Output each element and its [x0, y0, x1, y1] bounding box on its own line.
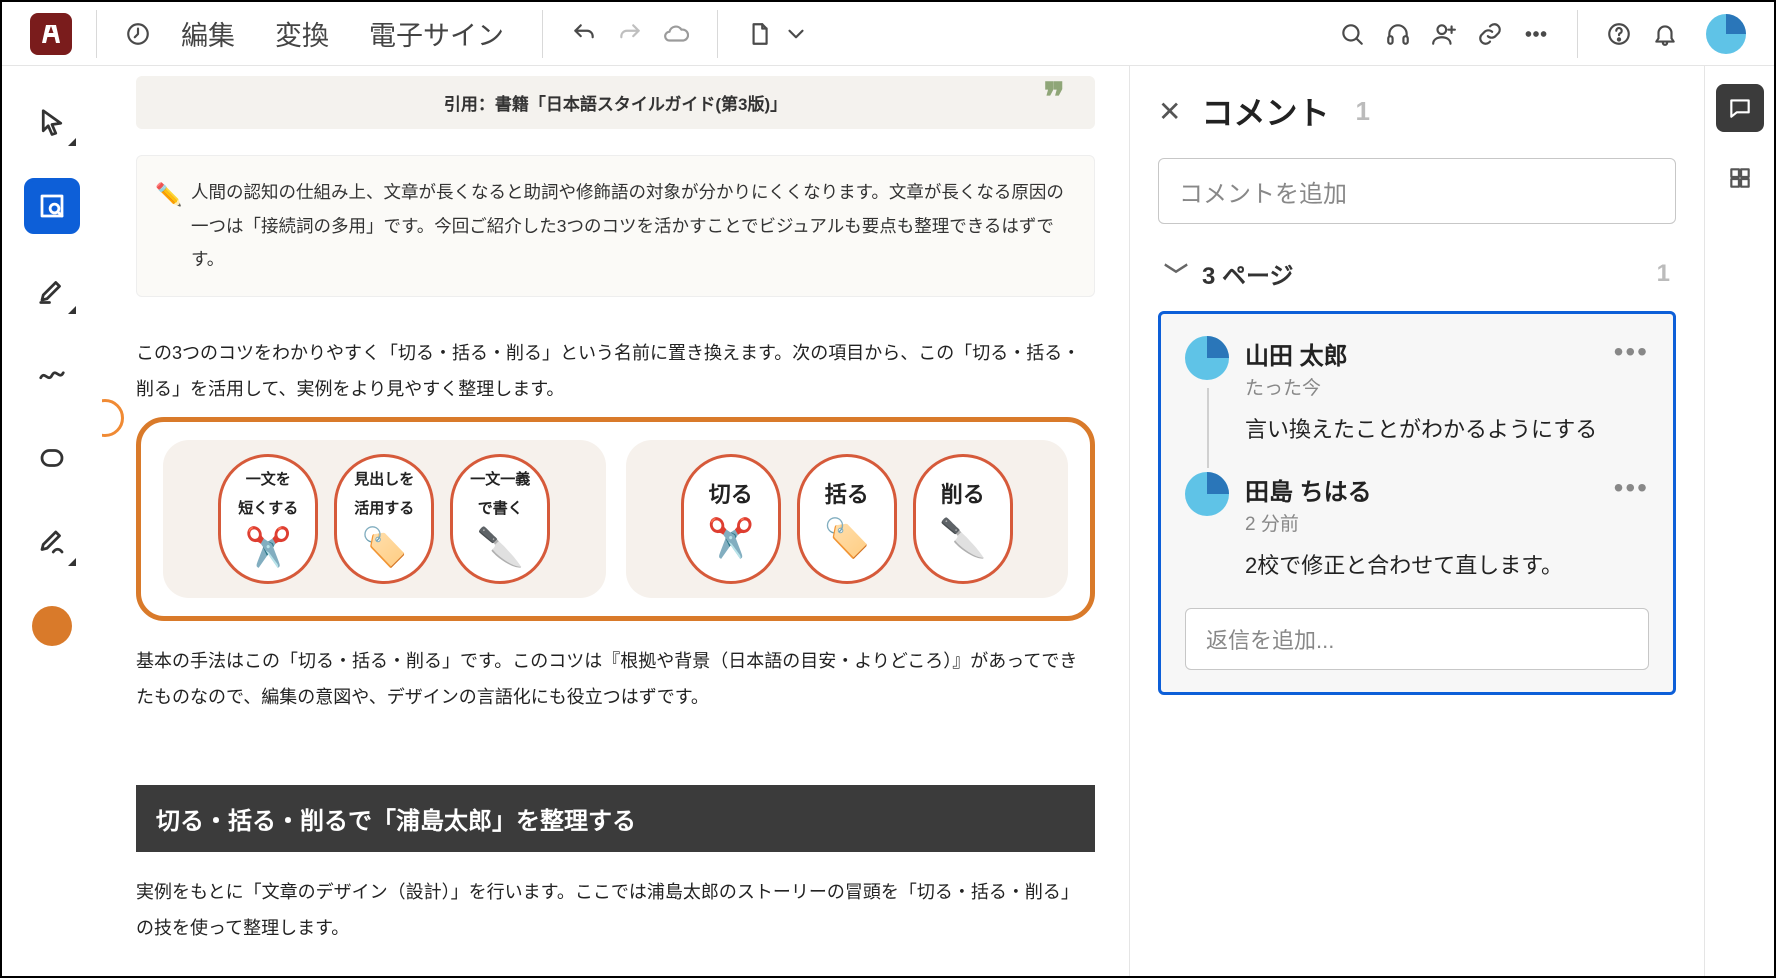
quote-source: 引用：書籍「日本語スタイルガイド(第3版)」❞	[162, 90, 1069, 115]
document-canvas[interactable]: 引用：書籍「日本語スタイルガイド(第3版)」❞ ✏️ 人間の認知の仕組み上、文章…	[102, 66, 1129, 976]
highlight-tool[interactable]	[24, 262, 80, 318]
undo-icon[interactable]	[561, 11, 607, 57]
knife-icon: 🔪	[477, 526, 524, 570]
oval-headings: 見出しを活用する🏷️	[334, 454, 434, 584]
section-heading: 切る・括る・削るで「浦島太郎」を整理する	[136, 785, 1095, 852]
page-comment-count: 1	[1657, 260, 1670, 288]
chevron-down-icon[interactable]	[782, 11, 810, 57]
comments-rail-button[interactable]	[1716, 84, 1764, 132]
left-toolbar	[2, 66, 102, 976]
menu-edit[interactable]: 編集	[161, 4, 255, 63]
oval-bundle: 括る🏷️	[797, 454, 897, 584]
commenter-avatar	[1185, 472, 1229, 516]
comments-title: コメント	[1201, 88, 1329, 134]
oval-group-a: 一文を短くする✂️ 見出しを活用する🏷️ 一文一義で書く🔪	[163, 440, 606, 598]
note-callout: ✏️ 人間の認知の仕組み上、文章が長くなると助詞や修飾語の対象が分かりにくくなり…	[136, 155, 1095, 297]
scissors-icon: ✂️	[245, 526, 292, 570]
cloud-icon[interactable]	[653, 11, 699, 57]
tag-icon: 🏷️	[823, 517, 870, 561]
right-rail	[1704, 66, 1774, 976]
app-logo	[30, 13, 72, 55]
reply-input[interactable]: 返信を追加...	[1185, 608, 1649, 670]
shape-tool[interactable]	[24, 430, 80, 486]
comment-item[interactable]: 山田 太郎 たった今 言い換えたことがわかるようにする •••	[1185, 336, 1649, 444]
recent-icon[interactable]	[115, 11, 161, 57]
color-swatch[interactable]	[24, 598, 80, 654]
sign-tool[interactable]	[24, 514, 80, 570]
top-toolbar: 編集 変換 電子サイン	[2, 2, 1774, 66]
thumbnails-rail-button[interactable]	[1716, 154, 1764, 202]
commenter-name: 山田 太郎	[1245, 336, 1598, 371]
oval-shorten: 一文を短くする✂️	[218, 454, 318, 584]
intro-paragraph: この3つのコツをわかりやすく「切る・括る・削る」という名前に置き換えます。次の項…	[136, 335, 1095, 407]
followup-paragraph: 基本の手法はこの「切る・括る・削る」です。このコツは『根拠や背景（日本語の目安・…	[136, 643, 1095, 715]
comment-more-button[interactable]: •••	[1614, 336, 1649, 368]
pencil-icon: ✏️	[155, 174, 182, 216]
more-icon[interactable]	[1513, 11, 1559, 57]
redo-icon	[607, 11, 653, 57]
commenter-avatar	[1185, 336, 1229, 380]
bell-icon[interactable]	[1642, 11, 1688, 57]
document-menu-icon[interactable]	[736, 11, 782, 57]
oval-group-b: 切る✂️ 括る🏷️ 削る🔪	[626, 440, 1069, 598]
comment-text: 2校で修正と合わせて直します。	[1245, 548, 1598, 580]
search-icon[interactable]	[1329, 11, 1375, 57]
comment-marker-icon[interactable]	[102, 399, 124, 437]
freehand-tool[interactable]	[24, 346, 80, 402]
oval-cut: 切る✂️	[681, 454, 781, 584]
section-paragraph: 実例をもとに「文章のデザイン（設計）」を行います。ここでは浦島太郎のストーリーの…	[136, 874, 1095, 946]
page-group-header[interactable]: ﹀ 3 ページ 1	[1158, 256, 1676, 291]
tag-icon: 🏷️	[361, 526, 408, 570]
chevron-down-icon: ﹀	[1164, 256, 1188, 291]
user-avatar[interactable]	[1706, 14, 1746, 54]
close-comments-button[interactable]: ✕	[1158, 95, 1181, 128]
menu-convert[interactable]: 変換	[255, 4, 349, 63]
menu-esign[interactable]: 電子サイン	[349, 4, 524, 63]
help-icon[interactable]	[1596, 11, 1642, 57]
comment-text: 言い換えたことがわかるようにする	[1245, 412, 1598, 444]
comments-panel: ✕ コメント 1 コメントを追加 ﹀ 3 ページ 1 山田 太郎 たった今 言い…	[1129, 66, 1704, 976]
comment-time: たった今	[1245, 373, 1598, 400]
highlighted-region[interactable]: 一文を短くする✂️ 見出しを活用する🏷️ 一文一義で書く🔪 切る✂️ 括る🏷️ …	[136, 417, 1095, 621]
link-icon[interactable]	[1467, 11, 1513, 57]
headphones-icon[interactable]	[1375, 11, 1421, 57]
commenter-name: 田島 ちはる	[1245, 472, 1598, 507]
add-person-icon[interactable]	[1421, 11, 1467, 57]
oval-trim: 削る🔪	[913, 454, 1013, 584]
scissors-icon: ✂️	[707, 517, 754, 561]
page-label: 3 ページ	[1202, 256, 1294, 291]
crop-select-tool[interactable]	[24, 178, 80, 234]
select-tool[interactable]	[24, 94, 80, 150]
comment-time: 2 分前	[1245, 509, 1598, 536]
oval-one-idea: 一文一義で書く🔪	[450, 454, 550, 584]
comments-total-count: 1	[1355, 96, 1369, 127]
comment-item[interactable]: 田島 ちはる 2 分前 2校で修正と合わせて直します。 •••	[1185, 472, 1649, 580]
comment-thread[interactable]: 山田 太郎 たった今 言い換えたことがわかるようにする ••• 田島 ちはる 2…	[1158, 311, 1676, 695]
knife-icon: 🔪	[939, 517, 986, 561]
add-comment-input[interactable]: コメントを追加	[1158, 158, 1676, 224]
comment-more-button[interactable]: •••	[1614, 472, 1649, 504]
